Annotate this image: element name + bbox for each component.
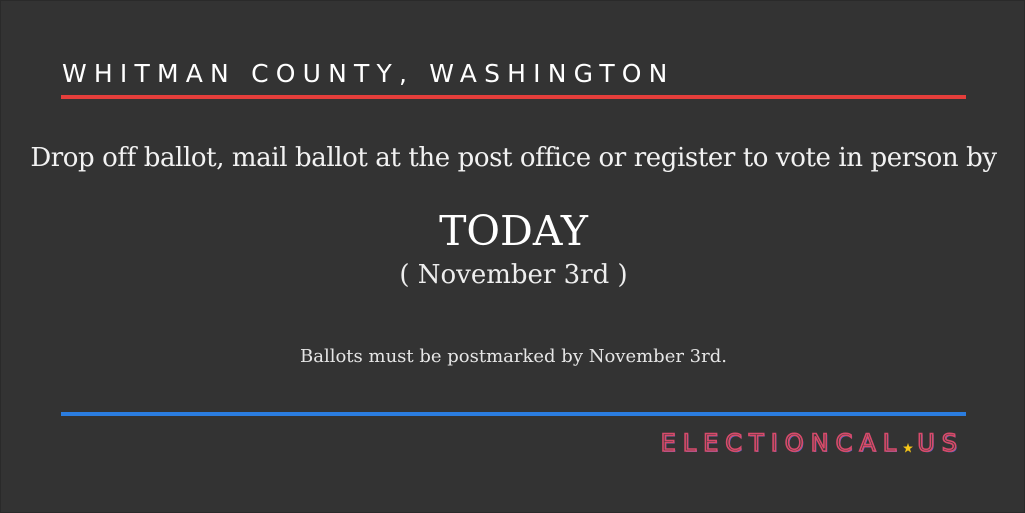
brand-logo[interactable]: ELECTIONCAL US (660, 428, 964, 458)
brand-name: ELECTIONCAL (660, 428, 904, 458)
instruction-text: Drop off ballot, mail ballot at the post… (30, 143, 997, 173)
deadline-text: TODAY (439, 207, 588, 255)
red-divider (61, 95, 966, 99)
brand-tld: US (916, 428, 964, 458)
star-icon (903, 431, 914, 455)
county-heading: WHITMAN COUNTY, WASHINGTON (62, 59, 675, 88)
deadline-date: ( November 3rd ) (399, 260, 628, 290)
postmark-note: Ballots must be postmarked by November 3… (300, 346, 727, 367)
election-deadline-card: WHITMAN COUNTY, WASHINGTON Drop off ball… (0, 0, 1025, 513)
blue-divider (61, 412, 966, 416)
